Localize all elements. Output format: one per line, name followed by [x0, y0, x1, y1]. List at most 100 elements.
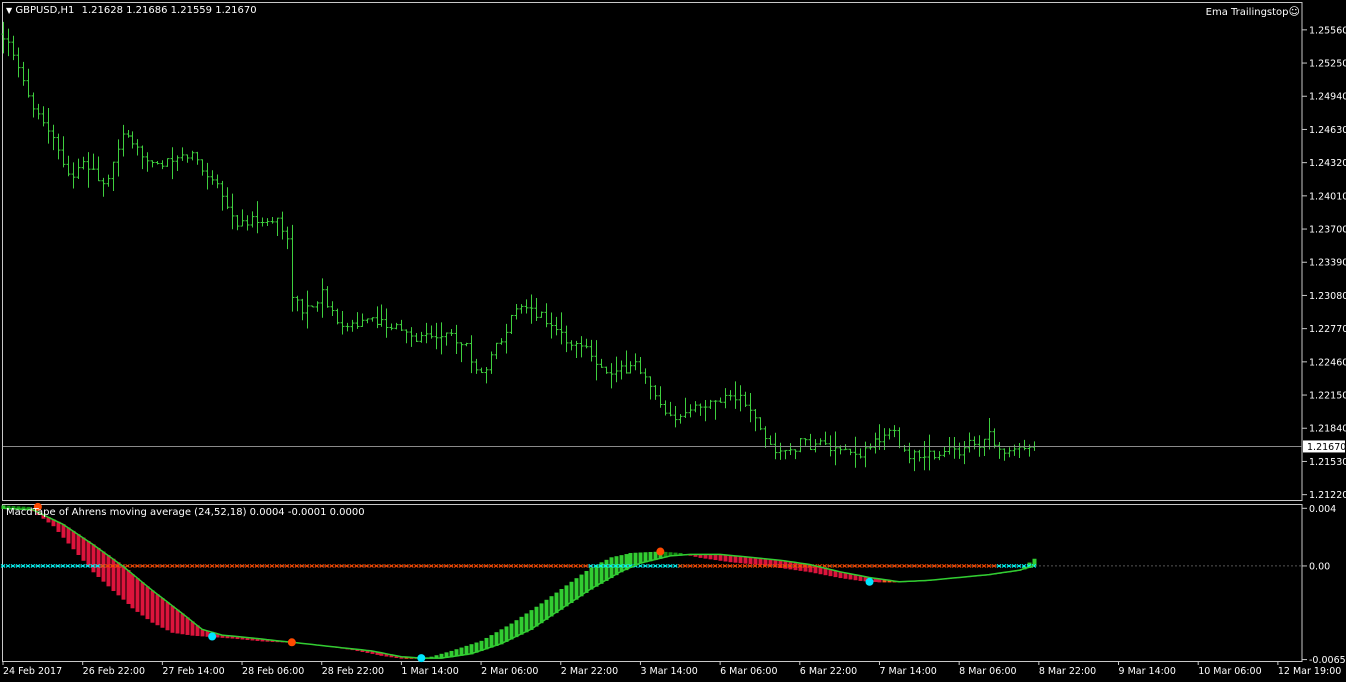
ohlc-bar — [793, 449, 798, 460]
time-tick-label: 12 Mar 19:00 — [1278, 666, 1341, 677]
ohlc-bar — [76, 158, 81, 180]
ohlc-bar — [36, 103, 41, 120]
price-tick-label: 1.25560 — [1309, 25, 1346, 36]
ohlc-bar — [434, 322, 439, 350]
ohlc-bar — [375, 306, 380, 329]
ohlc-bar — [499, 338, 504, 345]
ohlc-bar — [170, 147, 175, 180]
ohlc-bar — [768, 435, 773, 445]
zero-line-marker — [961, 564, 967, 568]
ohlc-bar — [71, 162, 76, 189]
ohlc-bar — [962, 441, 967, 465]
indicator-axis[interactable]: 0.004 0.00 -0.0065 — [1302, 504, 1346, 666]
ohlc-bar — [668, 401, 673, 417]
zero-line-marker — [717, 564, 723, 568]
ohlc-bar — [320, 278, 325, 318]
zero-line-marker — [329, 564, 334, 568]
indicator-tick-label: 0.004 — [1309, 504, 1336, 515]
ohlc-bar — [648, 376, 653, 400]
ohlc-bar — [863, 441, 868, 468]
ohlc-bar — [683, 397, 688, 419]
ohlc-bar — [529, 294, 534, 324]
dropdown-triangle-icon[interactable]: ▼ — [6, 6, 12, 15]
ohlc-bar — [932, 450, 937, 460]
ohlc-bar — [509, 314, 514, 335]
ohlc-bar — [16, 47, 21, 78]
ohlc-bar — [155, 161, 160, 165]
ohlc-bar — [160, 160, 165, 170]
ohlc-bar — [464, 342, 469, 347]
ohlc-bar — [504, 323, 509, 354]
ohlc-bar — [230, 193, 235, 230]
price-bars[interactable] — [1, 21, 1037, 472]
ohlc-bar — [897, 427, 902, 449]
ohlc-values: 1.21628 1.21686 1.21559 1.21670 — [81, 5, 257, 16]
ohlc-bar — [335, 308, 340, 325]
chart-frame — [2, 2, 1303, 662]
ohlc-bar — [738, 385, 743, 412]
ohlc-bar — [215, 174, 220, 189]
ohlc-bar — [728, 390, 733, 401]
time-tick-label: 7 Mar 14:00 — [879, 666, 936, 677]
ohlc-bar — [454, 324, 459, 355]
ohlc-bar — [474, 358, 479, 374]
zero-line-marker — [249, 564, 255, 568]
ohlc-bar — [892, 425, 897, 438]
ohlc-bar — [345, 322, 350, 332]
price-tick-label: 1.22150 — [1309, 391, 1346, 402]
zero-line-marker — [170, 564, 175, 568]
symbol-header[interactable]: ▼ GBPUSD,H1 1.21628 1.21686 1.21559 1.21… — [6, 5, 257, 17]
indicator-label: MacdTape of Ahrens moving average (24,52… — [6, 507, 365, 518]
ohlc-bar — [429, 325, 434, 339]
ohlc-bar — [858, 448, 863, 459]
ohlc-bar — [619, 360, 624, 380]
ohlc-bar — [544, 303, 549, 328]
ohlc-bar — [653, 385, 658, 400]
indicator-lines — [2, 507, 1035, 659]
ohlc-bar — [384, 308, 389, 338]
ohlc-bar — [399, 319, 404, 331]
signal-dot — [287, 638, 296, 647]
price-tick-label: 1.24010 — [1309, 191, 1346, 202]
time-axis[interactable]: 24 Feb 2017 26 Feb 22:00 27 Feb 14:00 28 Fe… — [2, 661, 1341, 677]
ohlc-bar — [250, 211, 255, 228]
expert-advisor-label[interactable]: Ema Trailingstop☺ — [1206, 6, 1300, 19]
ohlc-bar — [111, 161, 116, 191]
ohlc-bar — [569, 340, 574, 351]
ohlc-bar — [106, 174, 111, 187]
ohlc-bar — [609, 363, 614, 389]
ohlc-bar — [414, 332, 419, 343]
ohlc-bar — [982, 438, 987, 457]
ohlc-bar — [285, 226, 290, 250]
ohlc-bar — [887, 428, 892, 440]
chart-canvas[interactable]: 1.25560 1.25250 1.24940 1.24630 1.24320 1.240… — [0, 0, 1346, 682]
signal-dot — [417, 654, 426, 663]
ohlc-bar — [419, 331, 424, 343]
indicator-tick-label: -0.0065 — [1309, 655, 1346, 666]
zero-line-marker — [922, 564, 927, 568]
ohlc-bar — [992, 428, 997, 449]
zero-line-marker — [453, 564, 459, 568]
ohlc-bar — [255, 201, 260, 234]
ohlc-bar — [524, 299, 529, 314]
zero-line-marker — [45, 564, 51, 568]
price-tick-label: 1.21840 — [1309, 424, 1346, 435]
ohlc-bar — [718, 397, 723, 403]
ohlc-bar — [145, 152, 150, 172]
zero-line-marker — [737, 564, 743, 568]
time-tick-label: 28 Feb 22:00 — [322, 666, 384, 677]
price-axis[interactable]: 1.25560 1.25250 1.24940 1.24630 1.24320 1.240… — [1302, 25, 1346, 501]
price-tick-label: 1.23080 — [1309, 291, 1346, 302]
ohlc-bar — [638, 357, 643, 375]
price-tick-label: 1.24320 — [1309, 158, 1346, 169]
ohlc-bar — [360, 313, 365, 327]
current-price-label: 1.21670 — [1307, 442, 1346, 453]
ohlc-bar — [813, 439, 818, 453]
zero-level-line — [0, 564, 1302, 568]
ohlc-bar — [972, 436, 977, 450]
ohlc-bar — [280, 211, 285, 240]
time-tick-label: 9 Mar 14:00 — [1119, 666, 1176, 677]
expert-name: Ema Trailingstop — [1205, 7, 1289, 18]
ohlc-bar — [763, 426, 768, 449]
ohlc-bar — [6, 28, 11, 57]
